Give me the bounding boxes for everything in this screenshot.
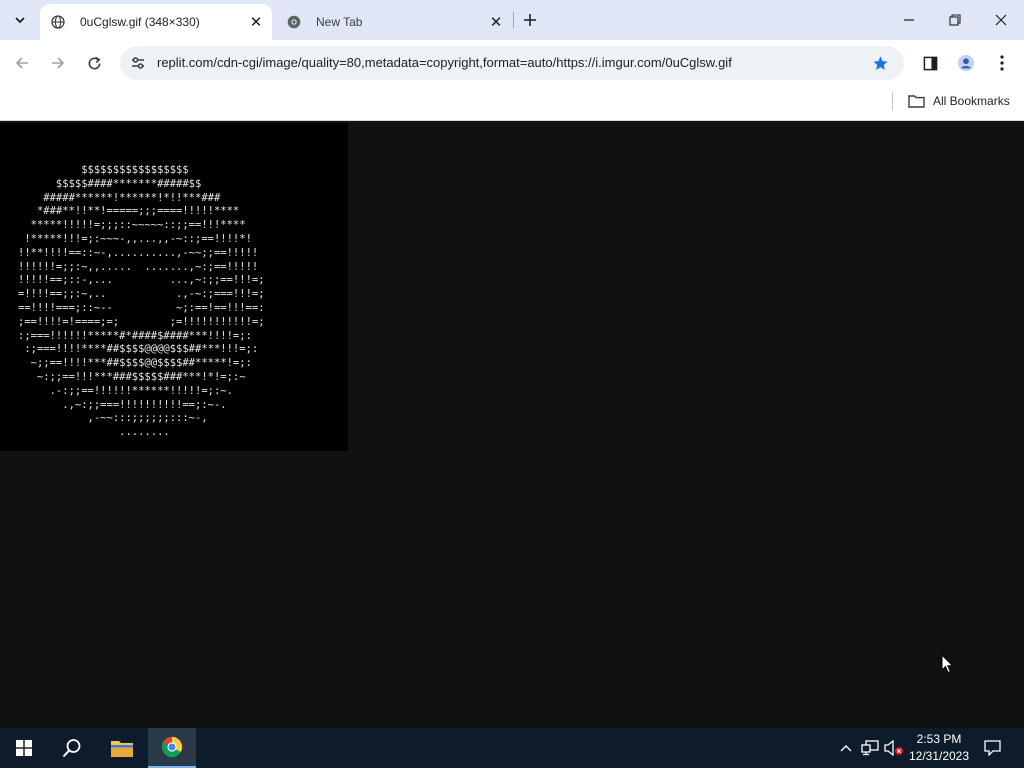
- menu-button[interactable]: [988, 49, 1016, 77]
- mouse-pointer-icon: [941, 654, 954, 674]
- url-text: replit.com/cdn-cgi/image/quality=80,meta…: [157, 55, 732, 70]
- reload-button[interactable]: [80, 49, 108, 77]
- bookmarks-separator: [892, 92, 893, 110]
- tab-strip: 0uCglsw.gif (348×330) ✕ New Tab ✕: [0, 0, 1024, 40]
- tab-search-button[interactable]: [8, 8, 32, 32]
- close-tab-icon[interactable]: ✕: [486, 12, 506, 32]
- clock-time: 2:53 PM: [916, 732, 962, 746]
- side-panel-icon: [923, 56, 937, 70]
- clock-date: 12/31/2023: [908, 749, 970, 763]
- file-explorer-button[interactable]: [98, 728, 146, 768]
- arrow-right-icon: [52, 57, 65, 69]
- minimize-icon: [904, 19, 914, 21]
- windows-taskbar: 2:53 PM 12/31/2023: [0, 728, 1024, 768]
- taskbar-clock[interactable]: 2:53 PM 12/31/2023: [904, 731, 974, 765]
- tab-title: 0uCglsw.gif (348×330): [80, 15, 200, 29]
- folder-icon: [908, 94, 925, 108]
- bookmark-star-icon[interactable]: [870, 53, 890, 73]
- arrow-left-icon: [15, 57, 28, 69]
- chevron-down-icon: [15, 17, 25, 24]
- minimize-button[interactable]: [886, 0, 932, 40]
- avatar-icon: [957, 54, 975, 72]
- globe-icon: [50, 14, 66, 30]
- reload-icon: [88, 56, 100, 69]
- bookmarks-bar: All Bookmarks: [0, 86, 1024, 121]
- chrome-icon: [161, 736, 183, 758]
- back-button[interactable]: [8, 49, 36, 77]
- search-icon: [62, 739, 81, 758]
- start-button[interactable]: [0, 728, 48, 768]
- page-content: $$$$$$$$$$$$$$$$$ $$$$$####*******#####$…: [0, 121, 1024, 728]
- chrome-icon: [286, 14, 302, 30]
- forward-button[interactable]: [44, 49, 72, 77]
- new-tab-button[interactable]: [518, 8, 542, 32]
- search-button[interactable]: [48, 728, 96, 768]
- side-panel-button[interactable]: [916, 49, 944, 77]
- plus-icon: [524, 14, 536, 26]
- network-icon[interactable]: [860, 738, 880, 758]
- tab-new-tab[interactable]: New Tab ✕: [276, 4, 512, 40]
- gif-image[interactable]: $$$$$$$$$$$$$$$$$ $$$$$####*******#####$…: [0, 123, 348, 451]
- more-vertical-icon: [1000, 55, 1004, 71]
- ascii-art: $$$$$$$$$$$$$$$$$ $$$$$####*******#####$…: [18, 164, 265, 439]
- restore-icon: [949, 14, 961, 26]
- volume-muted-icon[interactable]: [884, 738, 904, 758]
- notifications-icon[interactable]: [982, 738, 1002, 758]
- restore-button[interactable]: [932, 0, 978, 40]
- tab-separator: [513, 12, 514, 28]
- tab-active[interactable]: 0uCglsw.gif (348×330) ✕: [40, 4, 272, 40]
- chrome-taskbar-button[interactable]: [148, 728, 196, 768]
- close-icon: [995, 14, 1007, 26]
- address-bar[interactable]: replit.com/cdn-cgi/image/quality=80,meta…: [120, 46, 904, 80]
- all-bookmarks-button[interactable]: All Bookmarks: [908, 91, 1010, 111]
- all-bookmarks-label: All Bookmarks: [933, 94, 1010, 108]
- tab-title: New Tab: [316, 15, 363, 29]
- site-info-icon[interactable]: [128, 53, 148, 73]
- profile-button[interactable]: [952, 49, 980, 77]
- windows-logo-icon: [16, 740, 32, 756]
- close-tab-icon[interactable]: ✕: [246, 12, 266, 32]
- folder-icon: [111, 741, 133, 757]
- chevron-up-icon[interactable]: [836, 738, 856, 758]
- browser-toolbar: replit.com/cdn-cgi/image/quality=80,meta…: [0, 40, 1024, 86]
- close-window-button[interactable]: [978, 0, 1024, 40]
